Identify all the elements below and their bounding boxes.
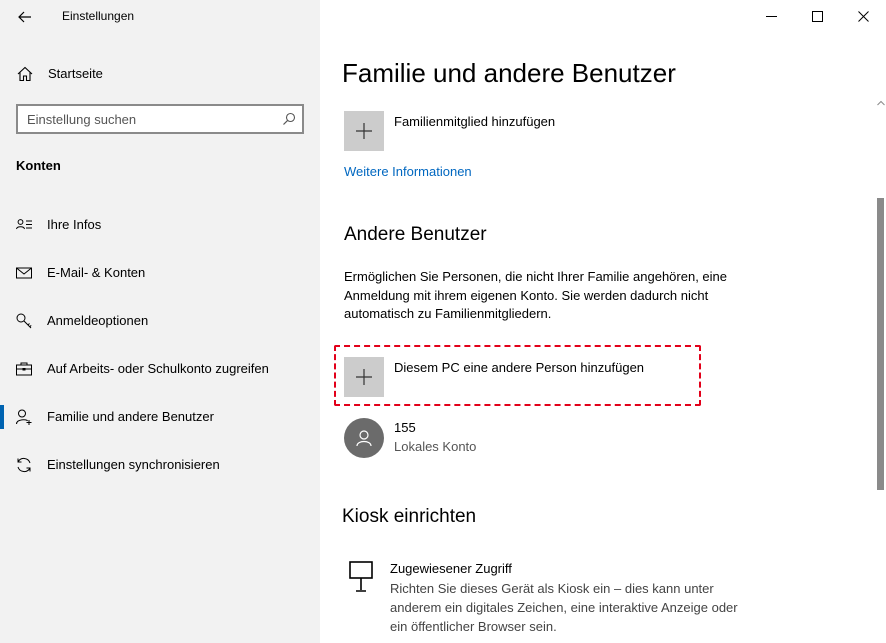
arrow-left-icon: [18, 11, 31, 23]
back-button[interactable]: [14, 6, 36, 28]
highlight-annotation: [334, 345, 701, 406]
more-info-link[interactable]: Weitere Informationen: [344, 164, 472, 179]
briefcase-icon: [16, 362, 32, 376]
close-icon: [857, 10, 869, 22]
add-family-member-label[interactable]: Familienmitglied hinzufügen: [394, 114, 555, 129]
other-users-description: Ermöglichen Sie Personen, die nicht Ihre…: [344, 268, 727, 324]
kiosk-description: Richten Sie dieses Gerät als Kiosk ein –…: [390, 579, 780, 636]
sidebar-item-familie[interactable]: Familie und andere Benutzer: [0, 397, 320, 437]
user-account-type: Lokales Konto: [394, 439, 477, 454]
description-line: anderem ein digitales Zeichen, eine inte…: [390, 600, 738, 615]
person-card-icon: [16, 219, 32, 230]
kiosk-icon: [349, 561, 373, 592]
minimize-icon: [765, 15, 777, 17]
description-line: ein öffentlicher Browser sein.: [390, 619, 557, 634]
sidebar-item-label: E-Mail- & Konten: [47, 265, 146, 280]
user-icon: [356, 430, 372, 447]
close-button[interactable]: [852, 5, 874, 27]
maximize-button[interactable]: [806, 5, 828, 27]
search-input[interactable]: [18, 106, 274, 132]
plus-icon: [356, 123, 372, 139]
sidebar-item-label: Familie und andere Benutzer: [47, 409, 214, 424]
description-line: Anmeldung mit ihrem eigenen Konto. Sie w…: [344, 287, 709, 303]
sidebar-item-label: Einstellungen synchronisieren: [47, 457, 220, 472]
search-icon[interactable]: [282, 112, 296, 126]
sidebar-item-sync[interactable]: Einstellungen synchronisieren: [0, 445, 320, 485]
home-label: Startseite: [48, 66, 103, 81]
home-icon: [17, 66, 33, 82]
search-box[interactable]: [16, 104, 304, 134]
avatar[interactable]: [344, 418, 384, 458]
home-nav-item[interactable]: Startseite: [0, 58, 320, 90]
add-family-member-button[interactable]: [344, 111, 384, 151]
minimize-button[interactable]: [760, 5, 782, 27]
mail-icon: [16, 267, 32, 279]
plus-icon: [356, 369, 372, 385]
sidebar-item-label: Ihre Infos: [47, 217, 102, 232]
scrollbar-thumb[interactable]: [877, 198, 884, 490]
sidebar-item-arbeitskonto[interactable]: Auf Arbeits- oder Schulkonto zugreifen: [0, 349, 320, 389]
description-line: Ermöglichen Sie Personen, die nicht Ihre…: [344, 269, 727, 284]
sidebar-item-ihre-infos[interactable]: Ihre Infos: [0, 205, 320, 245]
person-add-icon: [16, 409, 32, 425]
sync-icon: [17, 457, 31, 473]
page-title: Familie und andere Benutzer: [342, 58, 676, 88]
add-other-person-label[interactable]: Diesem PC eine andere Person hinzufügen: [394, 360, 644, 375]
sidebar-item-label: Auf Arbeits- oder Schulkonto zugreifen: [47, 361, 269, 376]
sidebar-item-label: Anmeldeoptionen: [47, 313, 149, 328]
kiosk-heading: Kiosk einrichten: [342, 506, 477, 527]
add-other-person-button[interactable]: [344, 357, 384, 397]
active-indicator: [0, 405, 4, 429]
other-users-heading: Andere Benutzer: [344, 224, 487, 245]
app-title: Einstellungen: [62, 9, 135, 23]
key-icon: [16, 313, 32, 329]
description-line: automatisch zu Familienmitgliedern.: [344, 306, 552, 321]
kiosk-title[interactable]: Zugewiesener Zugriff: [390, 561, 512, 576]
user-name[interactable]: 155: [394, 420, 416, 435]
main-content: Familie und andere Benutzer Familienmitg…: [320, 0, 886, 643]
maximize-icon: [811, 10, 823, 22]
section-title: Konten: [16, 158, 61, 173]
sidebar: Einstellungen Startseite Konten Ihre Inf…: [0, 0, 320, 643]
sidebar-item-anmeldeoptionen[interactable]: Anmeldeoptionen: [0, 301, 320, 341]
sidebar-item-email[interactable]: E-Mail- & Konten: [0, 253, 320, 293]
scroll-up-icon[interactable]: [877, 100, 885, 106]
description-line: Richten Sie dieses Gerät als Kiosk ein –…: [390, 581, 714, 596]
